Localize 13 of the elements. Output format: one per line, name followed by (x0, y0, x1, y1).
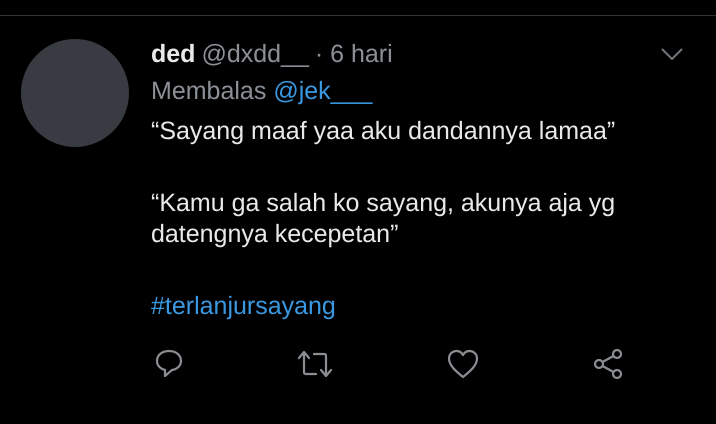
speech-bubble-icon[interactable] (155, 349, 183, 379)
hashtag-link[interactable]: #terlanjursayang (151, 292, 336, 320)
tweet-text: “Sayang maaf yaa aku dandannya lamaa” (151, 116, 616, 147)
retweet-icon[interactable] (297, 350, 333, 378)
caret-icon[interactable] (660, 47, 684, 61)
tweet-time: · 6 hari (314, 39, 393, 69)
heart-icon[interactable] (447, 349, 479, 379)
share-icon[interactable] (593, 348, 625, 380)
mention-link[interactable]: @jek___ (273, 76, 372, 106)
tweet-text: “Kamu ga salah ko sayang, akunya aja yg datengnya kecepetan” (151, 188, 616, 250)
author-handle: @dxdd__ (201, 39, 309, 69)
reply-label: Membalas (151, 76, 266, 106)
author-name[interactable]: ded (151, 39, 196, 69)
